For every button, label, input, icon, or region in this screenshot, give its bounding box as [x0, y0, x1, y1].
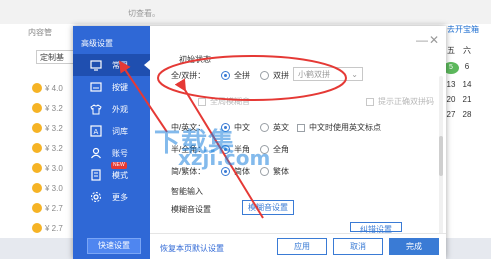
nav-item-dictionary[interactable]: A 词库 — [73, 120, 150, 142]
quanpin-label: 全/双拼： — [171, 71, 206, 80]
nav-item-label: 更多 — [112, 192, 128, 202]
done-button[interactable]: 完成 — [389, 238, 439, 255]
english-punct-checkbox[interactable]: 中文时使用英文标点 — [297, 122, 381, 133]
coin-icon — [32, 183, 42, 193]
calendar-day[interactable]: 6 — [459, 62, 475, 74]
nav-item-keys[interactable]: 按键 — [73, 76, 150, 98]
advanced-settings-dialog: 高级设置 常用 按键 外观 A 词库 账号 模式 NEW 更多 快速设置 — ✕… — [73, 26, 446, 259]
quanpin-radio[interactable]: 全拼 — [221, 70, 250, 81]
section-title-initial-state: 初始状态 — [179, 55, 211, 64]
coin-icon — [32, 83, 42, 93]
nav-item-label: 外观 — [112, 104, 128, 114]
quick-settings-button[interactable]: 快速设置 — [87, 238, 141, 254]
scrollbar-thumb[interactable] — [439, 136, 443, 176]
list-item: ¥ 2.7 — [32, 218, 63, 238]
radio-checked — [221, 71, 230, 80]
calendar-row: 20 21 — [443, 95, 491, 104]
background-tabs: 内容管 — [24, 24, 56, 41]
nav-item-label: 按键 — [112, 82, 128, 92]
correction-settings-button[interactable]: 纠错设置 — [350, 222, 402, 234]
hint-checkbox[interactable]: 提示正确双拼码 — [366, 96, 434, 107]
list-item: ¥ 3.2 — [32, 98, 63, 118]
calendar-row: 5 6 — [443, 62, 491, 74]
fuzzy-checkbox[interactable]: 全局模糊音 — [198, 96, 250, 107]
scrollbar[interactable] — [439, 76, 443, 236]
radio-unchecked — [260, 123, 269, 132]
svg-text:A: A — [94, 128, 99, 136]
nav-item-label: 常用 — [112, 60, 128, 70]
settings-sidebar: 高级设置 常用 按键 外观 A 词库 账号 模式 NEW 更多 快速设置 — [73, 26, 150, 259]
coin-icon — [32, 203, 42, 213]
list-item: ¥ 3.2 — [32, 138, 63, 158]
background-note: 切查看。 — [128, 9, 160, 18]
keyboard-icon — [89, 80, 103, 94]
list-item: ¥ 2.7 — [32, 198, 63, 218]
new-badge: NEW — [111, 162, 127, 169]
coin-icon — [32, 163, 42, 173]
nav-item-label: 账号 — [112, 148, 128, 158]
fuzzy-setting-label: 模糊音设置 — [171, 205, 211, 214]
dialog-title: 高级设置 — [81, 39, 113, 48]
dictionary-icon: A — [89, 124, 103, 138]
watermark-url: xzji.com — [178, 146, 271, 170]
mode-icon — [89, 168, 103, 182]
cancel-button[interactable]: 取消 — [333, 238, 383, 255]
calendar-row: 13 14 — [443, 80, 491, 89]
treasure-link[interactable]: 去开宝箱 — [443, 24, 491, 35]
fuzzy-settings-button[interactable]: 模糊音设置 — [242, 200, 294, 215]
radio-unchecked — [260, 71, 269, 80]
settings-icon — [89, 190, 103, 204]
nav-item-account[interactable]: 账号 — [73, 142, 150, 164]
dialog-footer: 恢复本页默认设置 应用 取消 完成 — [150, 233, 446, 259]
nav-item-label: 词库 — [112, 126, 128, 136]
monitor-icon — [89, 58, 103, 72]
list-item: ¥ 3.0 — [32, 158, 63, 178]
coin-icon — [32, 103, 42, 113]
background-calendar: 去开宝箱 五六 5 6 13 14 20 21 27 28 — [443, 24, 491, 119]
nav-item-general[interactable]: 常用 — [73, 54, 150, 76]
calendar-day[interactable]: 28 — [459, 110, 475, 119]
shirt-icon — [89, 102, 103, 116]
background-header — [0, 0, 491, 24]
section-title-smart-input: 智能输入 — [171, 187, 203, 196]
shuangpin-radio[interactable]: 双拼 — [260, 70, 289, 81]
shuangpin-scheme-select[interactable]: 小鹤双拼 ⌄ — [293, 67, 363, 81]
english-radio[interactable]: 英文 — [260, 122, 289, 133]
apply-button[interactable]: 应用 — [277, 238, 327, 255]
calendar-day[interactable]: 21 — [459, 95, 475, 104]
background-tab[interactable]: 内容管 — [24, 24, 56, 41]
calendar-row: 27 28 — [443, 110, 491, 119]
nav-item-label: 模式 — [112, 170, 128, 180]
calendar-header: 五六 — [447, 46, 471, 55]
coin-icon — [32, 123, 42, 133]
nav-item-mode[interactable]: 模式 NEW — [73, 162, 150, 186]
list-item: ¥ 3.0 — [32, 178, 63, 198]
list-item: ¥ 3.2 — [32, 118, 63, 138]
restore-defaults-link[interactable]: 恢复本页默认设置 — [160, 243, 224, 254]
nav-item-more[interactable]: 更多 — [73, 186, 150, 208]
nav-item-appearance[interactable]: 外观 — [73, 98, 150, 120]
background-list: ¥ 4.0 ¥ 3.2 ¥ 3.2 ¥ 3.2 ¥ 3.0 ¥ 3.0 ¥ 2.… — [32, 78, 63, 238]
user-icon — [89, 146, 103, 160]
calendar-day[interactable]: 14 — [459, 80, 475, 89]
coin-icon — [32, 143, 42, 153]
chevron-down-icon: ⌄ — [351, 69, 358, 79]
coin-icon — [32, 223, 42, 233]
list-item: ¥ 4.0 — [32, 78, 63, 98]
